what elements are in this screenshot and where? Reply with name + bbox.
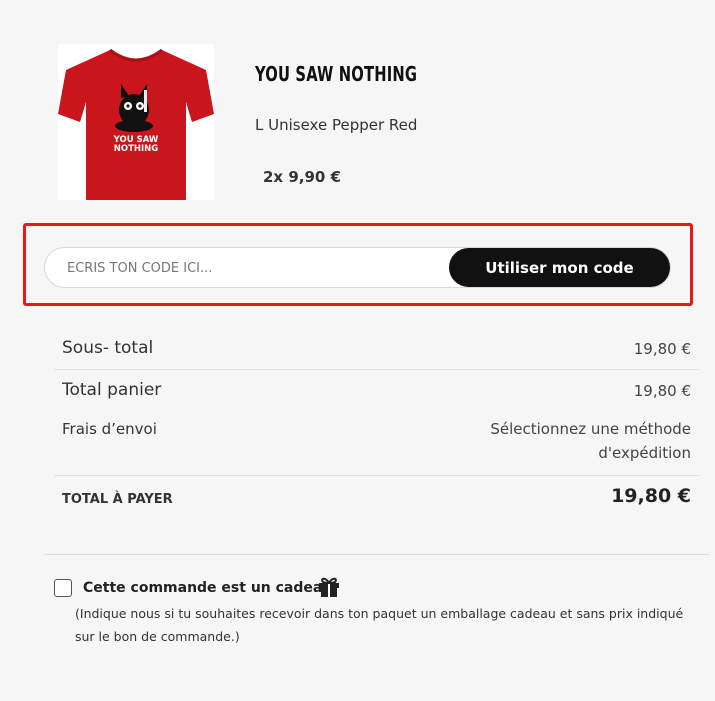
apply-code-button[interactable]: Utiliser mon code — [449, 248, 670, 287]
product-quantity-price: 2x 9,90 € — [263, 168, 342, 186]
shipping-value-line2: d'expédition — [598, 444, 691, 462]
gift-checkbox[interactable] — [54, 579, 72, 597]
promo-code-input[interactable] — [65, 248, 429, 289]
cart-total-label: Total panier — [62, 380, 162, 400]
divider — [54, 369, 699, 370]
cart-item: YOU SAW NOTHING YOU SAW NOTHING L Unisex… — [0, 0, 715, 215]
section-divider — [44, 554, 709, 555]
product-image[interactable]: YOU SAW NOTHING — [58, 44, 214, 200]
grand-total-value: 19,80 € — [611, 485, 691, 507]
divider — [54, 475, 699, 476]
gift-description: (Indique nous si tu souhaites recevoir d… — [75, 606, 684, 644]
grand-total-label: TOTAL À PAYER — [62, 492, 173, 507]
shipping-value-line1: Sélectionnez une méthode — [490, 420, 691, 438]
product-variant: L Unisexe Pepper Red — [255, 116, 418, 134]
subtotal-label: Sous- total — [62, 338, 154, 358]
gift-label[interactable]: Cette commande est un cadeau — [83, 580, 332, 596]
subtotal-value: 19,80 € — [633, 340, 691, 358]
shipping-label: Frais d’envoi — [62, 420, 157, 438]
promo-code-form: Utiliser mon code — [44, 247, 671, 289]
cart-total-value: 19,80 € — [633, 382, 691, 400]
svg-text:NOTHING: NOTHING — [114, 144, 159, 154]
product-name[interactable]: YOU SAW NOTHING — [255, 62, 417, 86]
gift-icon — [319, 577, 339, 597]
shipping-value: Sélectionnez une méthode d'expédition — [451, 417, 691, 465]
tshirt-icon: YOU SAW NOTHING — [58, 44, 214, 200]
